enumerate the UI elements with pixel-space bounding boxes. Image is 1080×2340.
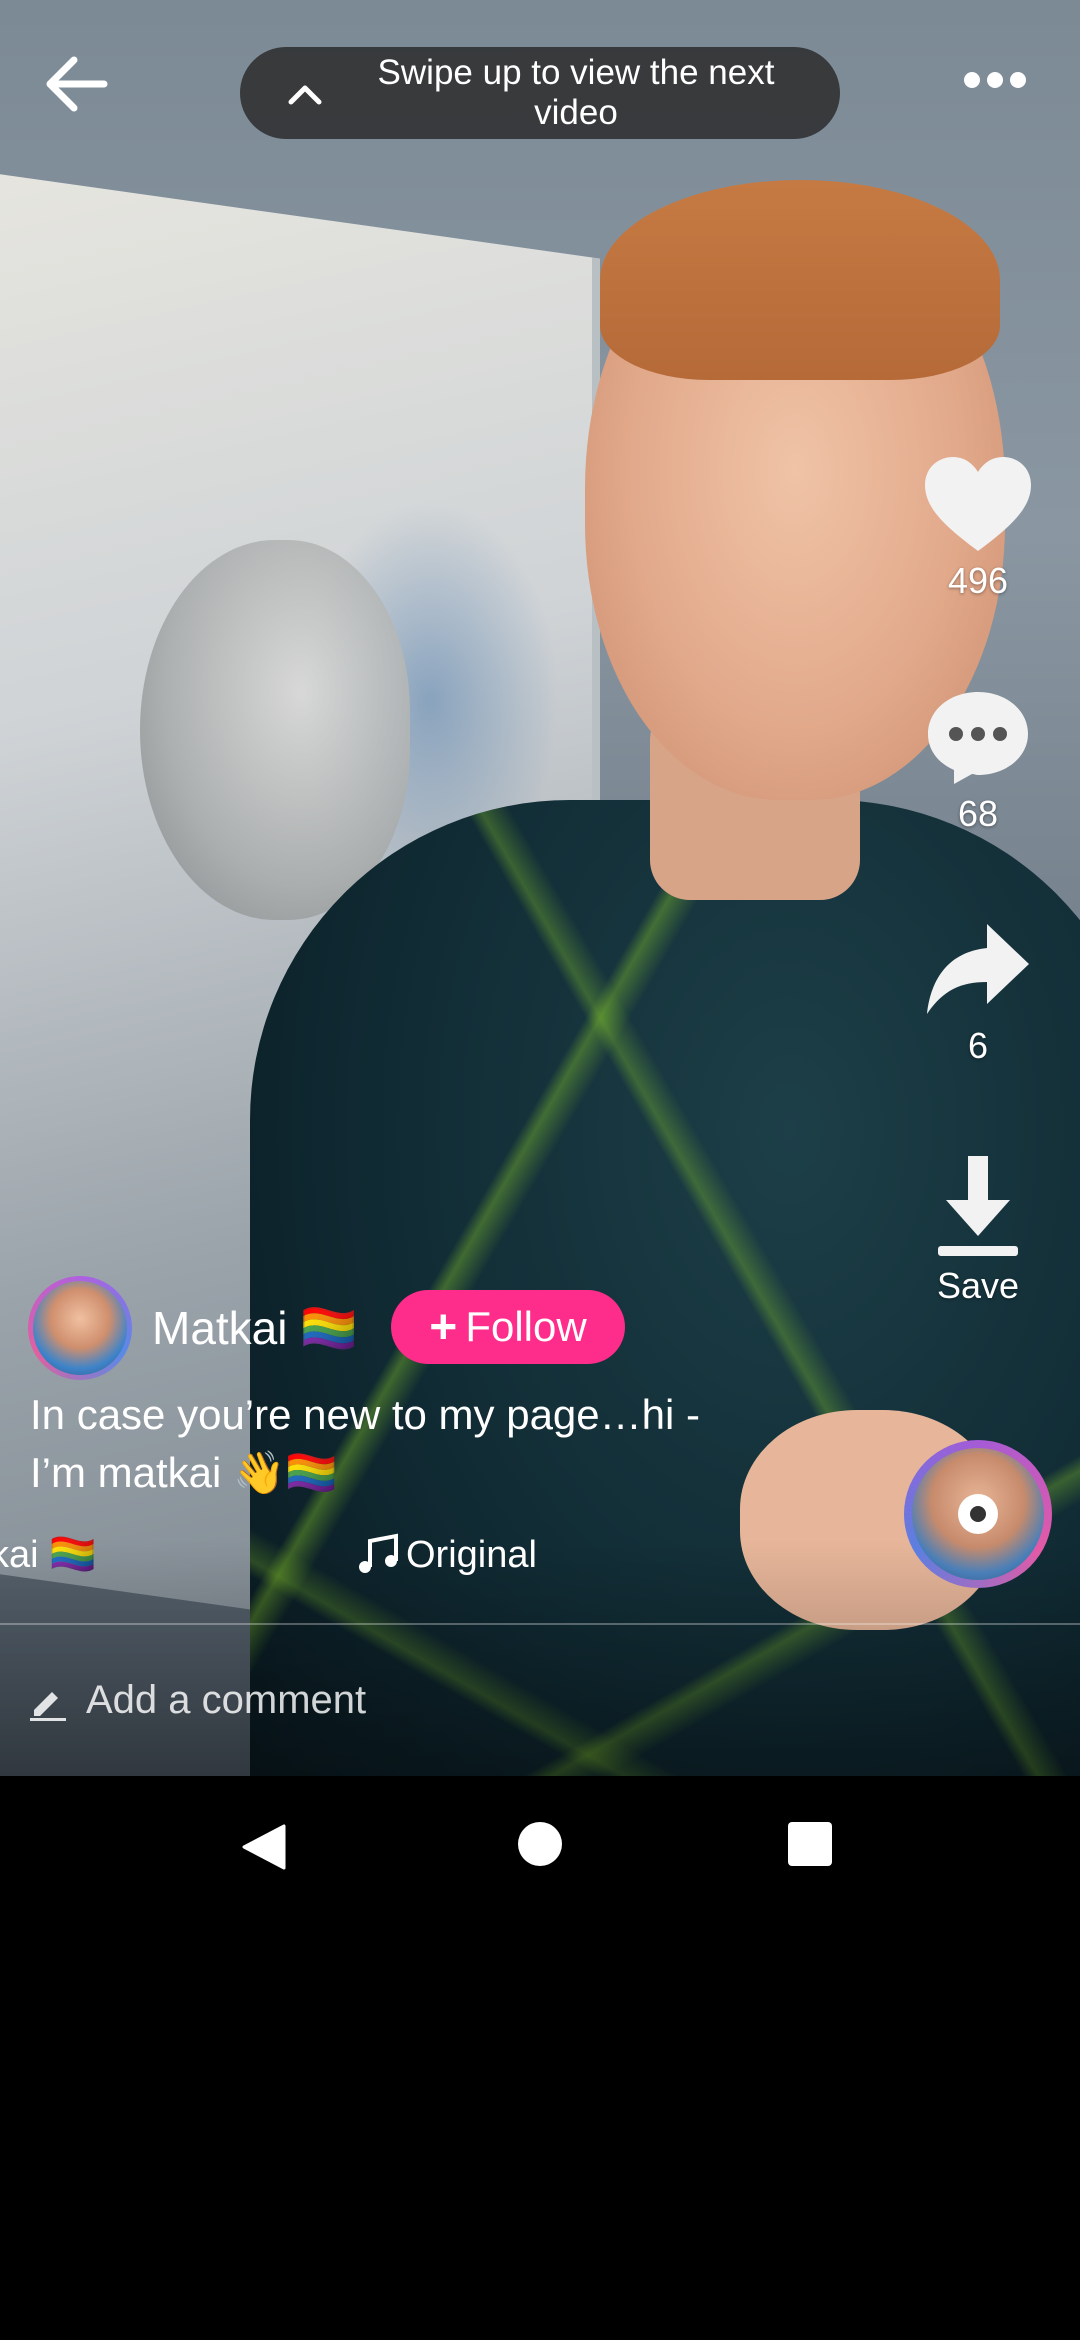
music-label-text: Original <box>406 1534 537 1576</box>
download-icon <box>938 1156 1018 1256</box>
save-button[interactable]: Save <box>900 1150 1056 1306</box>
painting-figure <box>140 540 410 920</box>
heart-icon <box>925 457 1031 551</box>
plus-icon: + <box>429 1300 458 1354</box>
share-count: 6 <box>967 1025 989 1066</box>
more-horizontal-icon <box>1010 72 1026 88</box>
like-button[interactable]: 496 <box>900 455 1056 601</box>
caption-line-1: In case you’re new to my page…hi - <box>30 1391 700 1438</box>
music-note-icon <box>359 1533 398 1573</box>
swipe-hint-pill[interactable]: Swipe up to view the next video <box>240 47 840 139</box>
caption-line-2: I’m matkai 👋🏳️‍🌈 <box>30 1449 338 1496</box>
share-button[interactable]: 6 <box>900 920 1056 1066</box>
nav-back-icon[interactable] <box>240 1822 288 1872</box>
author-name[interactable]: Matkai 🏳️‍🌈 <box>152 1300 358 1356</box>
save-label: Save <box>936 1265 1020 1306</box>
pencil-icon <box>30 1692 66 1721</box>
music-label: Original <box>356 1530 537 1580</box>
follow-button[interactable]: + Follow <box>391 1290 625 1364</box>
like-count: 496 <box>947 560 1009 601</box>
sound-ticker[interactable]: kai 🏳️‍🌈 Original <box>0 1530 560 1580</box>
nav-recents-icon[interactable] <box>788 1822 832 1866</box>
video-caption: In case you’re new to my page…hi - I’m m… <box>30 1386 750 1502</box>
disc-center-icon <box>958 1494 998 1534</box>
swipe-hint-text: Swipe up to view the next video <box>377 53 775 132</box>
comment-button[interactable]: 68 <box>900 688 1056 834</box>
back-button[interactable] <box>36 48 116 120</box>
ticker-author-tag: kai 🏳️‍🌈 <box>0 1534 97 1576</box>
comment-input-bar[interactable]: Add a comment <box>0 1626 1080 1776</box>
follow-label: Follow <box>465 1303 587 1350</box>
arrow-left-icon <box>46 56 108 112</box>
more-options-button[interactable] <box>955 55 1035 105</box>
system-navigation-bar <box>0 1776 1080 1920</box>
share-arrow-icon <box>927 924 1029 1014</box>
comment-divider <box>0 1623 1080 1625</box>
nav-home-icon[interactable] <box>518 1822 562 1866</box>
music-disc[interactable] <box>904 1440 1052 1588</box>
comment-placeholder: Add a comment <box>86 1678 367 1722</box>
author-avatar[interactable] <box>28 1276 132 1380</box>
comment-count: 68 <box>957 793 999 834</box>
comment-bubble-icon <box>928 692 1028 784</box>
chevron-up-icon <box>270 47 340 139</box>
avatar-photo <box>33 1281 127 1375</box>
music-disc-avatar <box>912 1448 1044 1580</box>
more-horizontal-icon <box>987 72 1003 88</box>
more-horizontal-icon <box>964 72 980 88</box>
person-hair <box>600 180 1000 380</box>
